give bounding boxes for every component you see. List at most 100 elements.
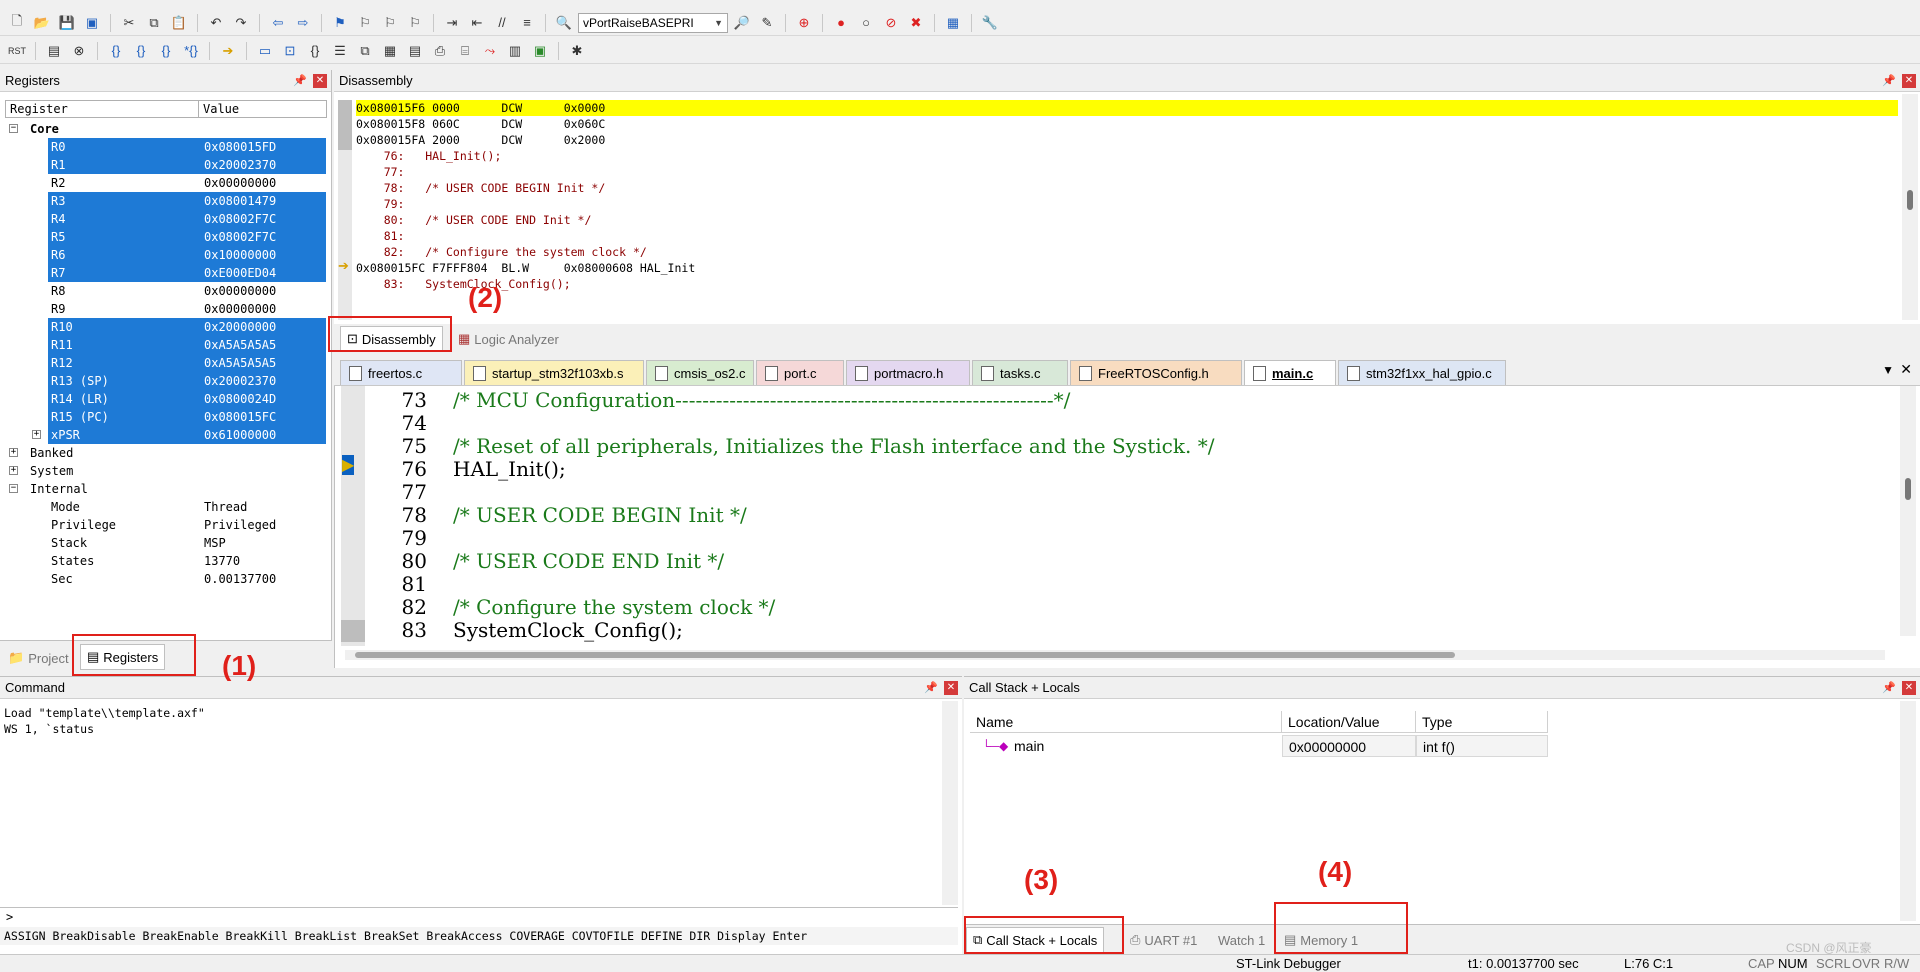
code-line[interactable]: 77 — [369, 481, 1869, 504]
disassembly-source-line[interactable]: 78: /* USER CODE BEGIN Init */ — [356, 180, 1898, 196]
disassembly-source-line[interactable]: 82: /* Configure the system clock */ — [356, 244, 1898, 260]
disassembly-vscroll[interactable] — [1902, 94, 1918, 320]
disassembly-asm-line[interactable]: 0x080015FC F7FFF804 BL.W 0x08000608 HAL_… — [356, 260, 1898, 276]
pin-icon[interactable]: 📌 — [293, 74, 307, 87]
disassembly-source-line[interactable]: 83: SystemClock_Config(); — [356, 276, 1898, 292]
undo-icon[interactable]: ↶ — [205, 12, 227, 34]
editor-hscroll[interactable] — [345, 650, 1885, 660]
insert-breakpoint-icon[interactable]: ● — [830, 12, 852, 34]
register-row[interactable]: R14 (LR) 0x0800024D — [5, 390, 327, 408]
col-value-header[interactable]: Value — [199, 101, 239, 117]
internal-row[interactable]: States 13770 — [5, 552, 327, 570]
tree-group-core[interactable]: Core − — [5, 120, 327, 138]
indent-icon[interactable]: ⇥ — [441, 12, 463, 34]
disassembly-source-line[interactable]: 76: HAL_Init(); — [356, 148, 1898, 164]
code-line[interactable]: 80 /* USER CODE END Init */ — [369, 550, 1869, 573]
register-row[interactable]: R15 (PC) 0x080015FC — [5, 408, 327, 426]
reset-icon[interactable]: RST — [6, 40, 28, 62]
uncomment-icon[interactable]: ≡ — [516, 12, 538, 34]
editor-tab[interactable]: FreeRTOSConfig.h — [1070, 360, 1242, 385]
close-icon[interactable]: ✕ — [1902, 73, 1916, 88]
pin-icon[interactable]: 📌 — [924, 681, 938, 694]
register-row[interactable]: R7 0xE000ED04 — [5, 264, 327, 282]
run-to-cursor-icon[interactable]: *{} — [180, 40, 202, 62]
code-line[interactable]: 79 — [369, 527, 1869, 550]
disassembly-source-line[interactable]: 79: — [356, 196, 1898, 212]
editor-tab[interactable]: portmacro.h — [846, 360, 970, 385]
code-line[interactable]: 81 — [369, 573, 1869, 596]
register-row[interactable]: R0 0x080015FD — [5, 138, 327, 156]
register-row[interactable]: R2 0x00000000 — [5, 174, 327, 192]
code-line[interactable]: 76 HAL_Init(); — [369, 458, 1869, 481]
command-vscroll[interactable] — [942, 701, 958, 905]
step-into-icon[interactable]: {} — [105, 40, 127, 62]
disassembly-asm-line[interactable]: 0x080015FA 2000 DCW 0x2000 — [356, 132, 1898, 148]
editor-gutter[interactable]: ▶ — [341, 386, 365, 646]
watch-window-icon[interactable]: ▦ — [379, 40, 401, 62]
paste-icon[interactable]: 📋 — [168, 12, 190, 34]
register-row[interactable]: R5 0x08002F7C — [5, 228, 327, 246]
configure-icon[interactable]: 🔧 — [979, 12, 1001, 34]
editor-tab[interactable]: freertos.c — [340, 360, 462, 385]
close-icon[interactable]: ✕ — [944, 680, 958, 695]
col-name-header[interactable]: Name — [970, 711, 1282, 732]
nav-forward-icon[interactable]: ⇨ — [292, 12, 314, 34]
register-row[interactable]: R6 0x10000000 — [5, 246, 327, 264]
disassembly-source-line[interactable]: 80: /* USER CODE END Init */ — [356, 212, 1898, 228]
toolbox-icon[interactable]: ▣ — [529, 40, 551, 62]
register-row[interactable]: R3 0x08001479 — [5, 192, 327, 210]
step-out-icon[interactable]: {} — [155, 40, 177, 62]
bookmark-next-icon[interactable]: ⚐ — [379, 12, 401, 34]
code-line[interactable]: 82 /* Configure the system clock */ — [369, 596, 1869, 619]
enable-breakpoint-icon[interactable]: ○ — [855, 12, 877, 34]
bookmark-prev-icon[interactable]: ⚐ — [354, 12, 376, 34]
find-icon[interactable]: 🔎 — [731, 12, 753, 34]
tab-list-dropdown-icon[interactable]: ▼ — [1882, 363, 1894, 377]
pin-icon[interactable]: 📌 — [1882, 74, 1896, 87]
col-register-header[interactable]: Register — [6, 101, 199, 117]
expand-icon[interactable]: + — [32, 430, 41, 439]
expand-icon[interactable]: + — [9, 466, 18, 475]
debug-settings-icon[interactable]: ✱ — [566, 40, 588, 62]
close-icon[interactable]: ✕ — [1902, 680, 1916, 695]
stop-icon[interactable]: ⊗ — [68, 40, 90, 62]
debug-session-icon[interactable]: ⊕ — [793, 12, 815, 34]
tab-logic-analyzer[interactable]: ▦ Logic Analyzer — [452, 326, 565, 352]
register-row[interactable]: R10 0x20000000 — [5, 318, 327, 336]
call-stack-window-icon[interactable]: ⧉ — [354, 40, 376, 62]
register-row[interactable]: R13 (SP) 0x20002370 — [5, 372, 327, 390]
code-line[interactable]: 74 — [369, 412, 1869, 435]
tree-group-internal[interactable]: Internal − — [5, 480, 327, 498]
run-icon[interactable]: ▤ — [43, 40, 65, 62]
register-row[interactable]: R12 0xA5A5A5A5 — [5, 354, 327, 372]
collapse-icon[interactable]: − — [9, 124, 18, 133]
col-type-header[interactable]: Type — [1416, 711, 1548, 732]
code-line[interactable]: 78 /* USER CODE BEGIN Init */ — [369, 504, 1869, 527]
trace-window-icon[interactable]: ⤳ — [479, 40, 501, 62]
command-window-icon[interactable]: ▭ — [254, 40, 276, 62]
close-icon[interactable]: ✕ — [313, 73, 327, 88]
disassembly-source-line[interactable]: 81: — [356, 228, 1898, 244]
copy-icon[interactable]: ⧉ — [143, 12, 165, 34]
internal-row[interactable]: Mode Thread — [5, 498, 327, 516]
callstack-vscroll[interactable] — [1900, 701, 1916, 921]
collapse-icon[interactable]: − — [9, 484, 18, 493]
register-row[interactable]: xPSR 0x61000000 + — [5, 426, 327, 444]
show-next-statement-icon[interactable]: ➔ — [217, 40, 239, 62]
tab-project[interactable]: 📁 Project — [2, 645, 75, 671]
comment-icon[interactable]: // — [491, 12, 513, 34]
editor-vscroll[interactable] — [1900, 386, 1916, 636]
memory-window-icon[interactable]: ▤ — [404, 40, 426, 62]
incremental-find-icon[interactable]: ✎ — [756, 12, 778, 34]
code-line[interactable]: 83 SystemClock_Config(); — [369, 619, 1869, 642]
register-row[interactable]: R8 0x00000000 — [5, 282, 327, 300]
unindent-icon[interactable]: ⇤ — [466, 12, 488, 34]
disassembly-asm-line[interactable]: 0x080015F6 0000 DCW 0x0000 — [356, 100, 1898, 116]
pin-icon[interactable]: 📌 — [1882, 681, 1896, 694]
callstack-row[interactable]: └─◆ main 0x00000000 int f() — [970, 735, 1548, 757]
tree-group-system[interactable]: System + — [5, 462, 327, 480]
find-in-files-icon[interactable]: 🔍 — [553, 12, 575, 34]
editor-tab[interactable]: tasks.c — [972, 360, 1068, 385]
editor-tab[interactable]: main.c — [1244, 360, 1336, 385]
bookmark-clear-icon[interactable]: ⚐ — [404, 12, 426, 34]
